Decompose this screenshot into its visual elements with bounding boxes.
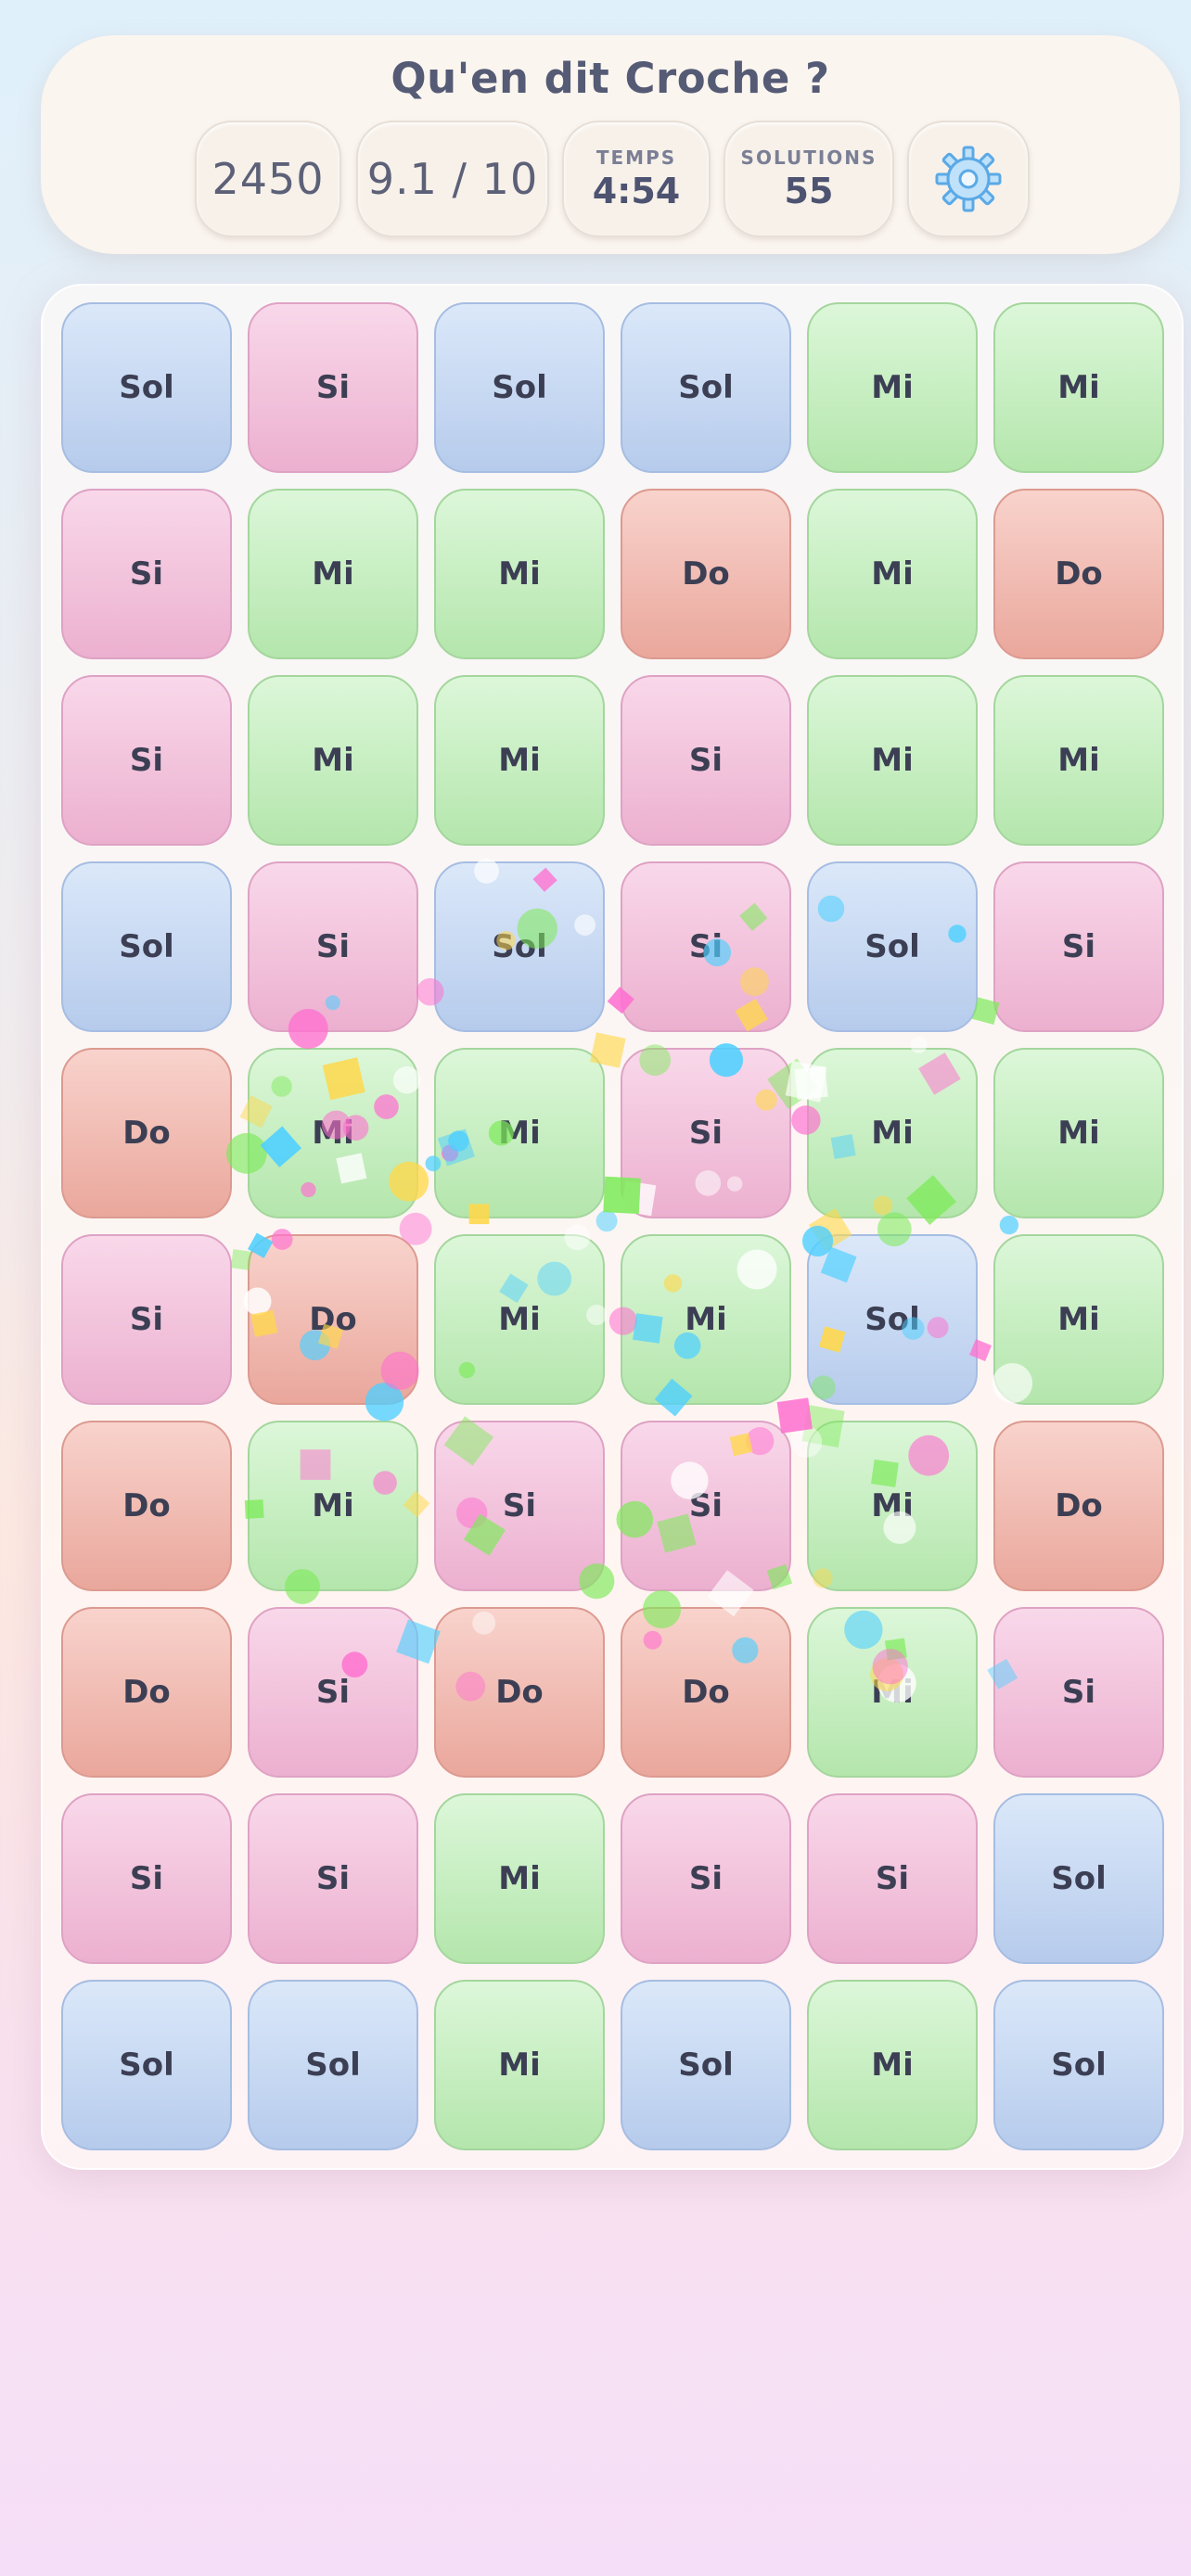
gear-icon bbox=[935, 146, 1002, 212]
note-tile[interactable]: Mi bbox=[434, 1980, 605, 2150]
note-tile[interactable]: Mi bbox=[248, 1421, 418, 1591]
note-tile[interactable]: Mi bbox=[993, 1048, 1164, 1218]
note-tile[interactable]: Do bbox=[434, 1607, 605, 1778]
note-tile[interactable]: Mi bbox=[248, 489, 418, 659]
note-tile[interactable]: Mi bbox=[993, 1234, 1164, 1405]
note-tile[interactable]: Mi bbox=[248, 1048, 418, 1218]
note-tile[interactable]: Si bbox=[807, 1793, 978, 1964]
note-tile[interactable]: Mi bbox=[807, 1980, 978, 2150]
score-display: 2450 bbox=[195, 121, 341, 237]
note-tile[interactable]: Do bbox=[61, 1421, 232, 1591]
note-tile[interactable]: Sol bbox=[434, 861, 605, 1032]
note-tile[interactable]: Do bbox=[993, 1421, 1164, 1591]
note-tile[interactable]: Si bbox=[61, 489, 232, 659]
note-tile[interactable]: Si bbox=[621, 675, 791, 846]
note-tile[interactable]: Mi bbox=[993, 302, 1164, 473]
note-tile[interactable]: Mi bbox=[248, 675, 418, 846]
note-tile[interactable]: Do bbox=[621, 1607, 791, 1778]
note-tile[interactable]: Sol bbox=[61, 302, 232, 473]
note-tile[interactable]: Si bbox=[248, 861, 418, 1032]
note-tile[interactable]: Sol bbox=[807, 1234, 978, 1405]
note-tile[interactable]: Si bbox=[61, 1793, 232, 1964]
note-tile[interactable]: Mi bbox=[434, 489, 605, 659]
solutions-label: SOLUTIONS bbox=[740, 147, 877, 169]
note-tile[interactable]: Sol bbox=[993, 1980, 1164, 2150]
note-tile[interactable]: Si bbox=[621, 1421, 791, 1591]
note-tile[interactable]: Mi bbox=[993, 675, 1164, 846]
tile-grid: Sol Si Sol Sol Mi Mi Si Mi Mi Do Mi Do Si Mi Mi Si Mi Mi S… bbox=[61, 302, 1164, 2150]
note-tile[interactable]: Mi bbox=[621, 1234, 791, 1405]
note-tile[interactable]: Do bbox=[248, 1234, 418, 1405]
note-tile[interactable]: Do bbox=[61, 1607, 232, 1778]
solutions-display: SOLUTIONS 55 bbox=[724, 121, 894, 237]
note-tile[interactable]: Mi bbox=[807, 1048, 978, 1218]
note-tile[interactable]: Si bbox=[248, 302, 418, 473]
note-tile[interactable]: Sol bbox=[61, 1980, 232, 2150]
timer-display: TEMPS 4:54 bbox=[562, 121, 711, 237]
note-tile[interactable]: Si bbox=[621, 861, 791, 1032]
note-tile[interactable]: Si bbox=[993, 861, 1164, 1032]
note-tile[interactable]: Si bbox=[993, 1607, 1164, 1778]
game-title: Qu'en dit Croche ? bbox=[391, 54, 830, 103]
note-tile[interactable]: Sol bbox=[993, 1793, 1164, 1964]
note-tile[interactable]: Sol bbox=[621, 1980, 791, 2150]
note-tile[interactable]: Do bbox=[61, 1048, 232, 1218]
note-tile[interactable]: Si bbox=[61, 675, 232, 846]
note-tile[interactable]: Sol bbox=[61, 861, 232, 1032]
solutions-value: 55 bbox=[784, 171, 834, 211]
note-tile[interactable]: Do bbox=[993, 489, 1164, 659]
note-tile[interactable]: Si bbox=[61, 1234, 232, 1405]
note-tile[interactable]: Mi bbox=[807, 489, 978, 659]
note-tile[interactable]: Sol bbox=[248, 1980, 418, 2150]
note-tile[interactable]: Mi bbox=[807, 302, 978, 473]
note-tile[interactable]: Si bbox=[248, 1793, 418, 1964]
note-tile[interactable]: Mi bbox=[807, 675, 978, 846]
note-tile[interactable]: Sol bbox=[807, 861, 978, 1032]
note-tile[interactable]: Si bbox=[621, 1048, 791, 1218]
note-tile[interactable]: Sol bbox=[434, 302, 605, 473]
timer-label: TEMPS bbox=[596, 147, 677, 169]
note-tile[interactable]: Do bbox=[621, 489, 791, 659]
rating-value: 9.1 / 10 bbox=[366, 154, 539, 204]
timer-value: 4:54 bbox=[592, 171, 681, 211]
settings-button[interactable] bbox=[907, 121, 1030, 237]
note-tile[interactable]: Si bbox=[434, 1421, 605, 1591]
note-tile[interactable]: Si bbox=[621, 1793, 791, 1964]
note-tile[interactable]: Si bbox=[248, 1607, 418, 1778]
score-value: 2450 bbox=[211, 154, 325, 204]
header-card: Qu'en dit Croche ? 2450 9.1 / 10 TEMPS 4… bbox=[41, 35, 1180, 254]
note-tile[interactable]: Mi bbox=[434, 675, 605, 846]
note-tile[interactable]: Sol bbox=[621, 302, 791, 473]
note-tile[interactable]: Mi bbox=[807, 1421, 978, 1591]
note-tile[interactable]: Mi bbox=[807, 1607, 978, 1778]
game-board: Sol Si Sol Sol Mi Mi Si Mi Mi Do Mi Do Si Mi Mi Si Mi Mi S… bbox=[41, 284, 1184, 2170]
note-tile[interactable]: Mi bbox=[434, 1793, 605, 1964]
rating-display: 9.1 / 10 bbox=[356, 121, 549, 237]
note-tile[interactable]: Mi bbox=[434, 1048, 605, 1218]
note-tile[interactable]: Mi bbox=[434, 1234, 605, 1405]
